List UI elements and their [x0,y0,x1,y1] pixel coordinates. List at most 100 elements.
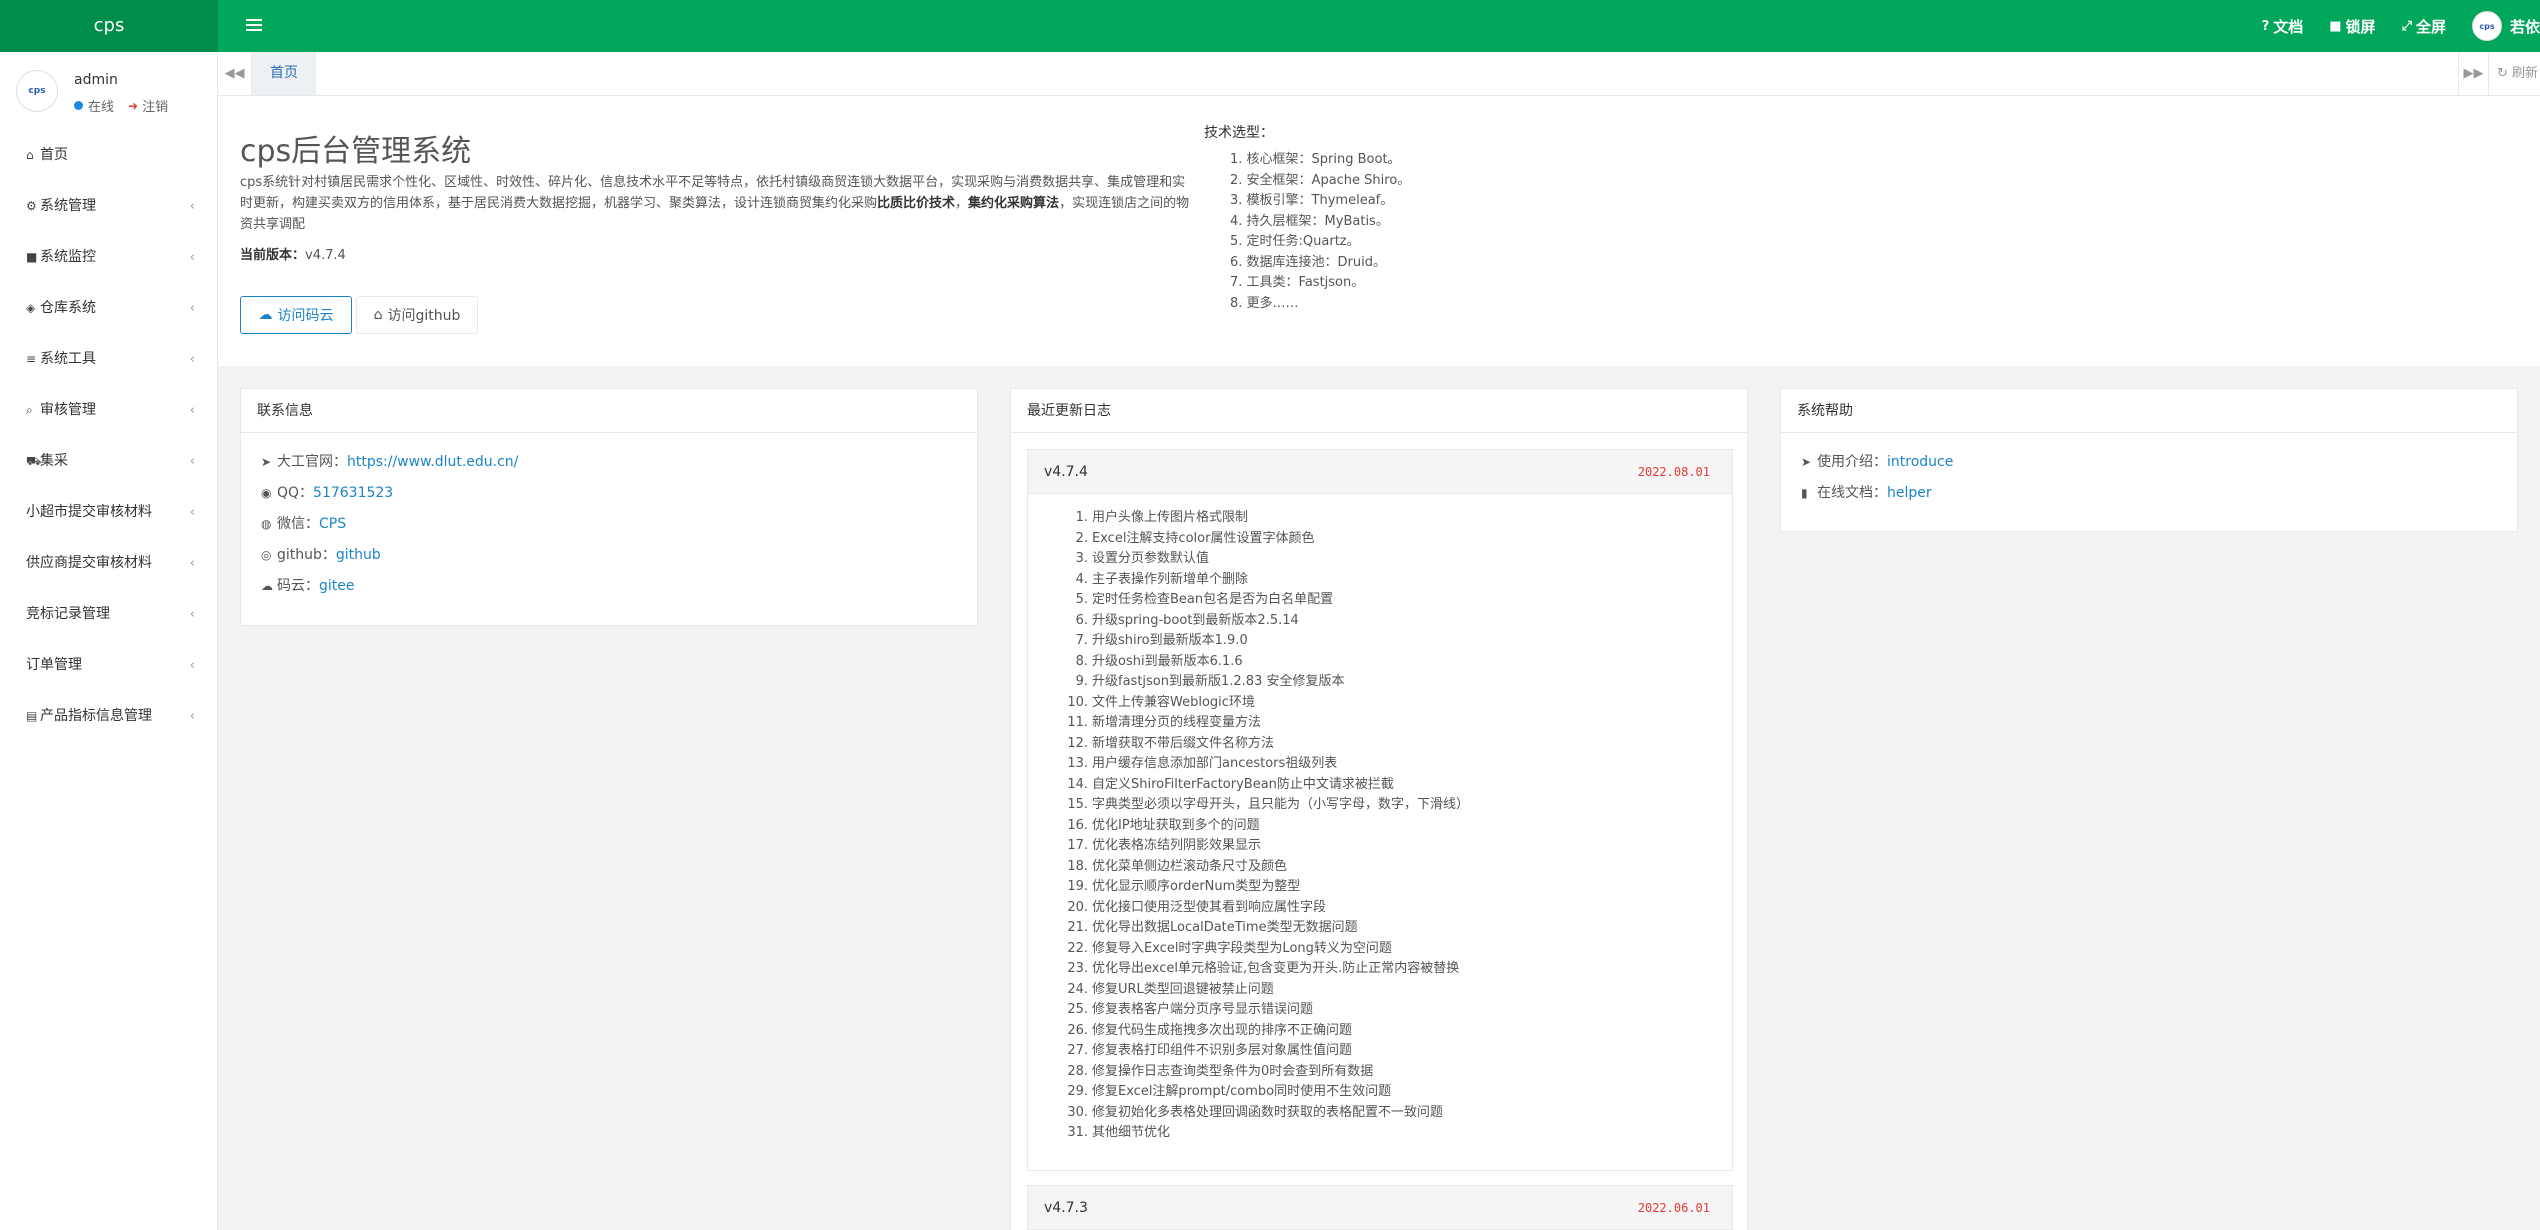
changelog-item: 29. 修复Excel注解prompt/combo同时使用不生效问题 [1066,1082,1732,1103]
version-date: 2022.06.01 [1637,1201,1710,1215]
tech-item: 2. 安全框架：Apache Shiro。 [1230,171,1410,192]
lock-label: 锁屏 [2345,17,2376,36]
changelog-item: 10. 文件上传兼容Weblogic环境 [1066,693,1732,714]
sidebar-item-label: 首页 [40,147,68,163]
item-number: 5. [1230,234,1247,249]
changelog-item: 28. 修复操作日志查询类型条件为0时会查到所有数据 [1066,1062,1732,1083]
sidebar-item[interactable]: ▤ 产品指标信息管理 ‹ [0,691,217,742]
changelog-item: 5. 定时任务检查Bean包名是否为白名单配置 [1066,590,1732,611]
sidebar-item[interactable]: ◈ 仓库系统 ‹ [0,283,217,334]
avatar[interactable]: cps [16,70,58,112]
sidebar-toggle-icon[interactable] [246,16,262,36]
changelog-item-text: 用户缓存信息添加部门ancestors祖级列表 [1092,756,1338,771]
sidebar-item[interactable]: 供应商提交审核材料 ‹ [0,538,217,589]
changelog-item: 20. 优化接口使用泛型使其看到响应属性字段 [1066,898,1732,919]
item-number: 7. [1230,275,1247,290]
changelog-item-text: 新增获取不带后缀文件名称方法 [1092,735,1275,751]
gear-icon: ⚙ [26,199,37,213]
contact-item: ☁ 码云：gitee [261,571,977,602]
changelog-item: 22. 修复导入Excel时字典字段类型为Long转义为空问题 [1066,939,1732,960]
changelog-item-text: 优化导出excel单元格验证,包含变更为开头.防止正常内容被替换 [1092,961,1460,976]
changelog-item: 7. 升级shiro到最新版本1.9.0 [1066,631,1732,652]
tech-item: 7. 工具类：Fastjson。 [1230,273,1410,294]
version-header[interactable]: v4.7.4 2022.08.01 [1028,450,1732,494]
tab-scroll-left-icon[interactable]: ◀◀ [218,52,252,95]
lock-screen-link[interactable]: ■ 锁屏 [2329,16,2375,37]
fullscreen-link[interactable]: ⤢ 全屏 [2402,16,2446,37]
user-name: admin [74,72,118,88]
version-date: 2022.08.01 [1637,465,1710,479]
help-link[interactable]: introduce [1887,454,1953,470]
item-number: 12. [1067,735,1088,751]
contact-link[interactable]: CPS [319,516,346,532]
contact-list: ➤ 大工官网：https://www.dlut.edu.cn/ ◉ QQ：517631… [241,433,977,602]
item-number: 27. [1067,1043,1088,1058]
help-link[interactable]: helper [1887,485,1932,501]
logout-icon[interactable]: ➜ [128,99,138,113]
tech-item-text: 模板引擎：Thymeleaf。 [1246,193,1394,208]
top-navbar: cps ? 文档 ■ 锁屏 ⤢ 全屏 cps 若依 [0,0,2540,52]
app-logo[interactable]: cps [0,0,218,52]
contact-link[interactable]: github [336,547,381,563]
tab-home[interactable]: 首页 [252,52,316,95]
item-number: 14. [1067,776,1088,792]
changelog-item: 3. 设置分页参数默认值 [1066,549,1732,570]
contact-item: ◍ 微信：CPS [261,509,977,540]
contact-link[interactable]: 517631523 [313,485,393,501]
changelog-item: 21. 优化导出数据LocalDateTime类型无数据问题 [1066,918,1732,939]
changelog-item-text: 修复操作日志查询类型条件为0时会查到所有数据 [1092,1063,1374,1079]
sidebar-item[interactable]: ⌕ 审核管理 ‹ [0,385,217,436]
version-label: 当前版本： [240,248,306,263]
contact-label: QQ： [277,485,314,501]
item-number: 3. [1075,551,1088,566]
intro-section: cps后台管理系统 cps系统针对村镇居民需求个性化、区域性、时效性、碎片化、信… [218,96,2540,366]
item-number: 21. [1067,920,1088,935]
chevron-left-icon: ‹ [189,454,195,469]
sidebar-item[interactable]: 小超市提交审核材料 ‹ [0,487,217,538]
contact-label: 大工官网： [277,454,347,470]
contact-link[interactable]: gitee [319,578,355,594]
sidebar-item-label: 系统工具 [40,351,96,367]
item-number: 17. [1067,838,1088,853]
item-number: 3. [1230,193,1247,208]
sidebar-item[interactable]: ≡ 系统工具 ‹ [0,334,217,385]
changelog-item-text: 新增清理分页的线程变量方法 [1092,715,1262,730]
question-icon: ? [2261,18,2270,34]
sidebar-item[interactable]: ⚙ 系统管理 ‹ [0,181,217,232]
sidebar-item[interactable]: 订单管理 ‹ [0,640,217,691]
visit-gitee-button[interactable]: ☁ 访问码云 [240,296,352,334]
visit-github-button[interactable]: ⌂ 访问github [356,296,478,334]
sidebar-item[interactable]: ■ 系统监控 ‹ [0,232,217,283]
fullscreen-icon: ⤢ [2401,18,2412,34]
contact-label: 微信： [277,516,319,532]
sidebar-item[interactable]: 竞标记录管理 ‹ [0,589,217,640]
sidebar-item[interactable]: ⛟集采 ‹ [0,436,217,487]
send-icon: ➤ [1801,455,1812,469]
tech-item-text: 核心框架：Spring Boot。 [1246,152,1401,167]
changelog-item: 23. 优化导出excel单元格验证,包含变更为开头.防止正常内容被替换 [1066,959,1732,980]
sidebar-item[interactable]: ⌂ 首页 [0,130,217,181]
contact-item: ◎ github：github [261,540,977,571]
help-item: ➤ 使用介绍：introduce [1801,447,2517,478]
changelog-item: 1. 用户头像上传图片格式限制 [1066,508,1732,529]
tab-scroll-right-icon[interactable]: ▶▶ [2458,52,2488,95]
version-header[interactable]: v4.7.3 2022.06.01 [1028,1186,1732,1230]
desc-bold: 集约化采购算法 [968,196,1060,211]
page-title: cps后台管理系统 [240,134,472,169]
changelog-item-text: 自定义ShiroFilterFactoryBean防止中文请求被拦截 [1092,776,1394,792]
chevron-left-icon: ‹ [189,199,195,214]
logout-link[interactable]: 注销 [142,96,168,115]
changelog-item-text: 修复URL类型回退键被禁止问题 [1092,981,1274,997]
home-icon: ⌂ [373,307,383,323]
user-menu[interactable]: cps 若依 [2471,11,2540,41]
changelog-item-text: 修复表格打印组件不识别多层对象属性值问题 [1092,1043,1353,1058]
help-label: 在线文档： [1817,485,1887,501]
item-number: 29. [1067,1084,1088,1099]
contact-link[interactable]: https://www.dlut.edu.cn/ [347,454,518,470]
tech-item-text: 定时任务:Quartz。 [1246,234,1360,249]
refresh-button[interactable]: ↻ 刷新 [2488,52,2540,95]
version-block: v4.7.3 2022.06.01 [1027,1185,1733,1230]
version-label: v4.7.4 [1044,464,1088,480]
changelog-item: 14. 自定义ShiroFilterFactoryBean防止中文请求被拦截 [1066,775,1732,796]
docs-link[interactable]: ? 文档 [2262,16,2304,37]
